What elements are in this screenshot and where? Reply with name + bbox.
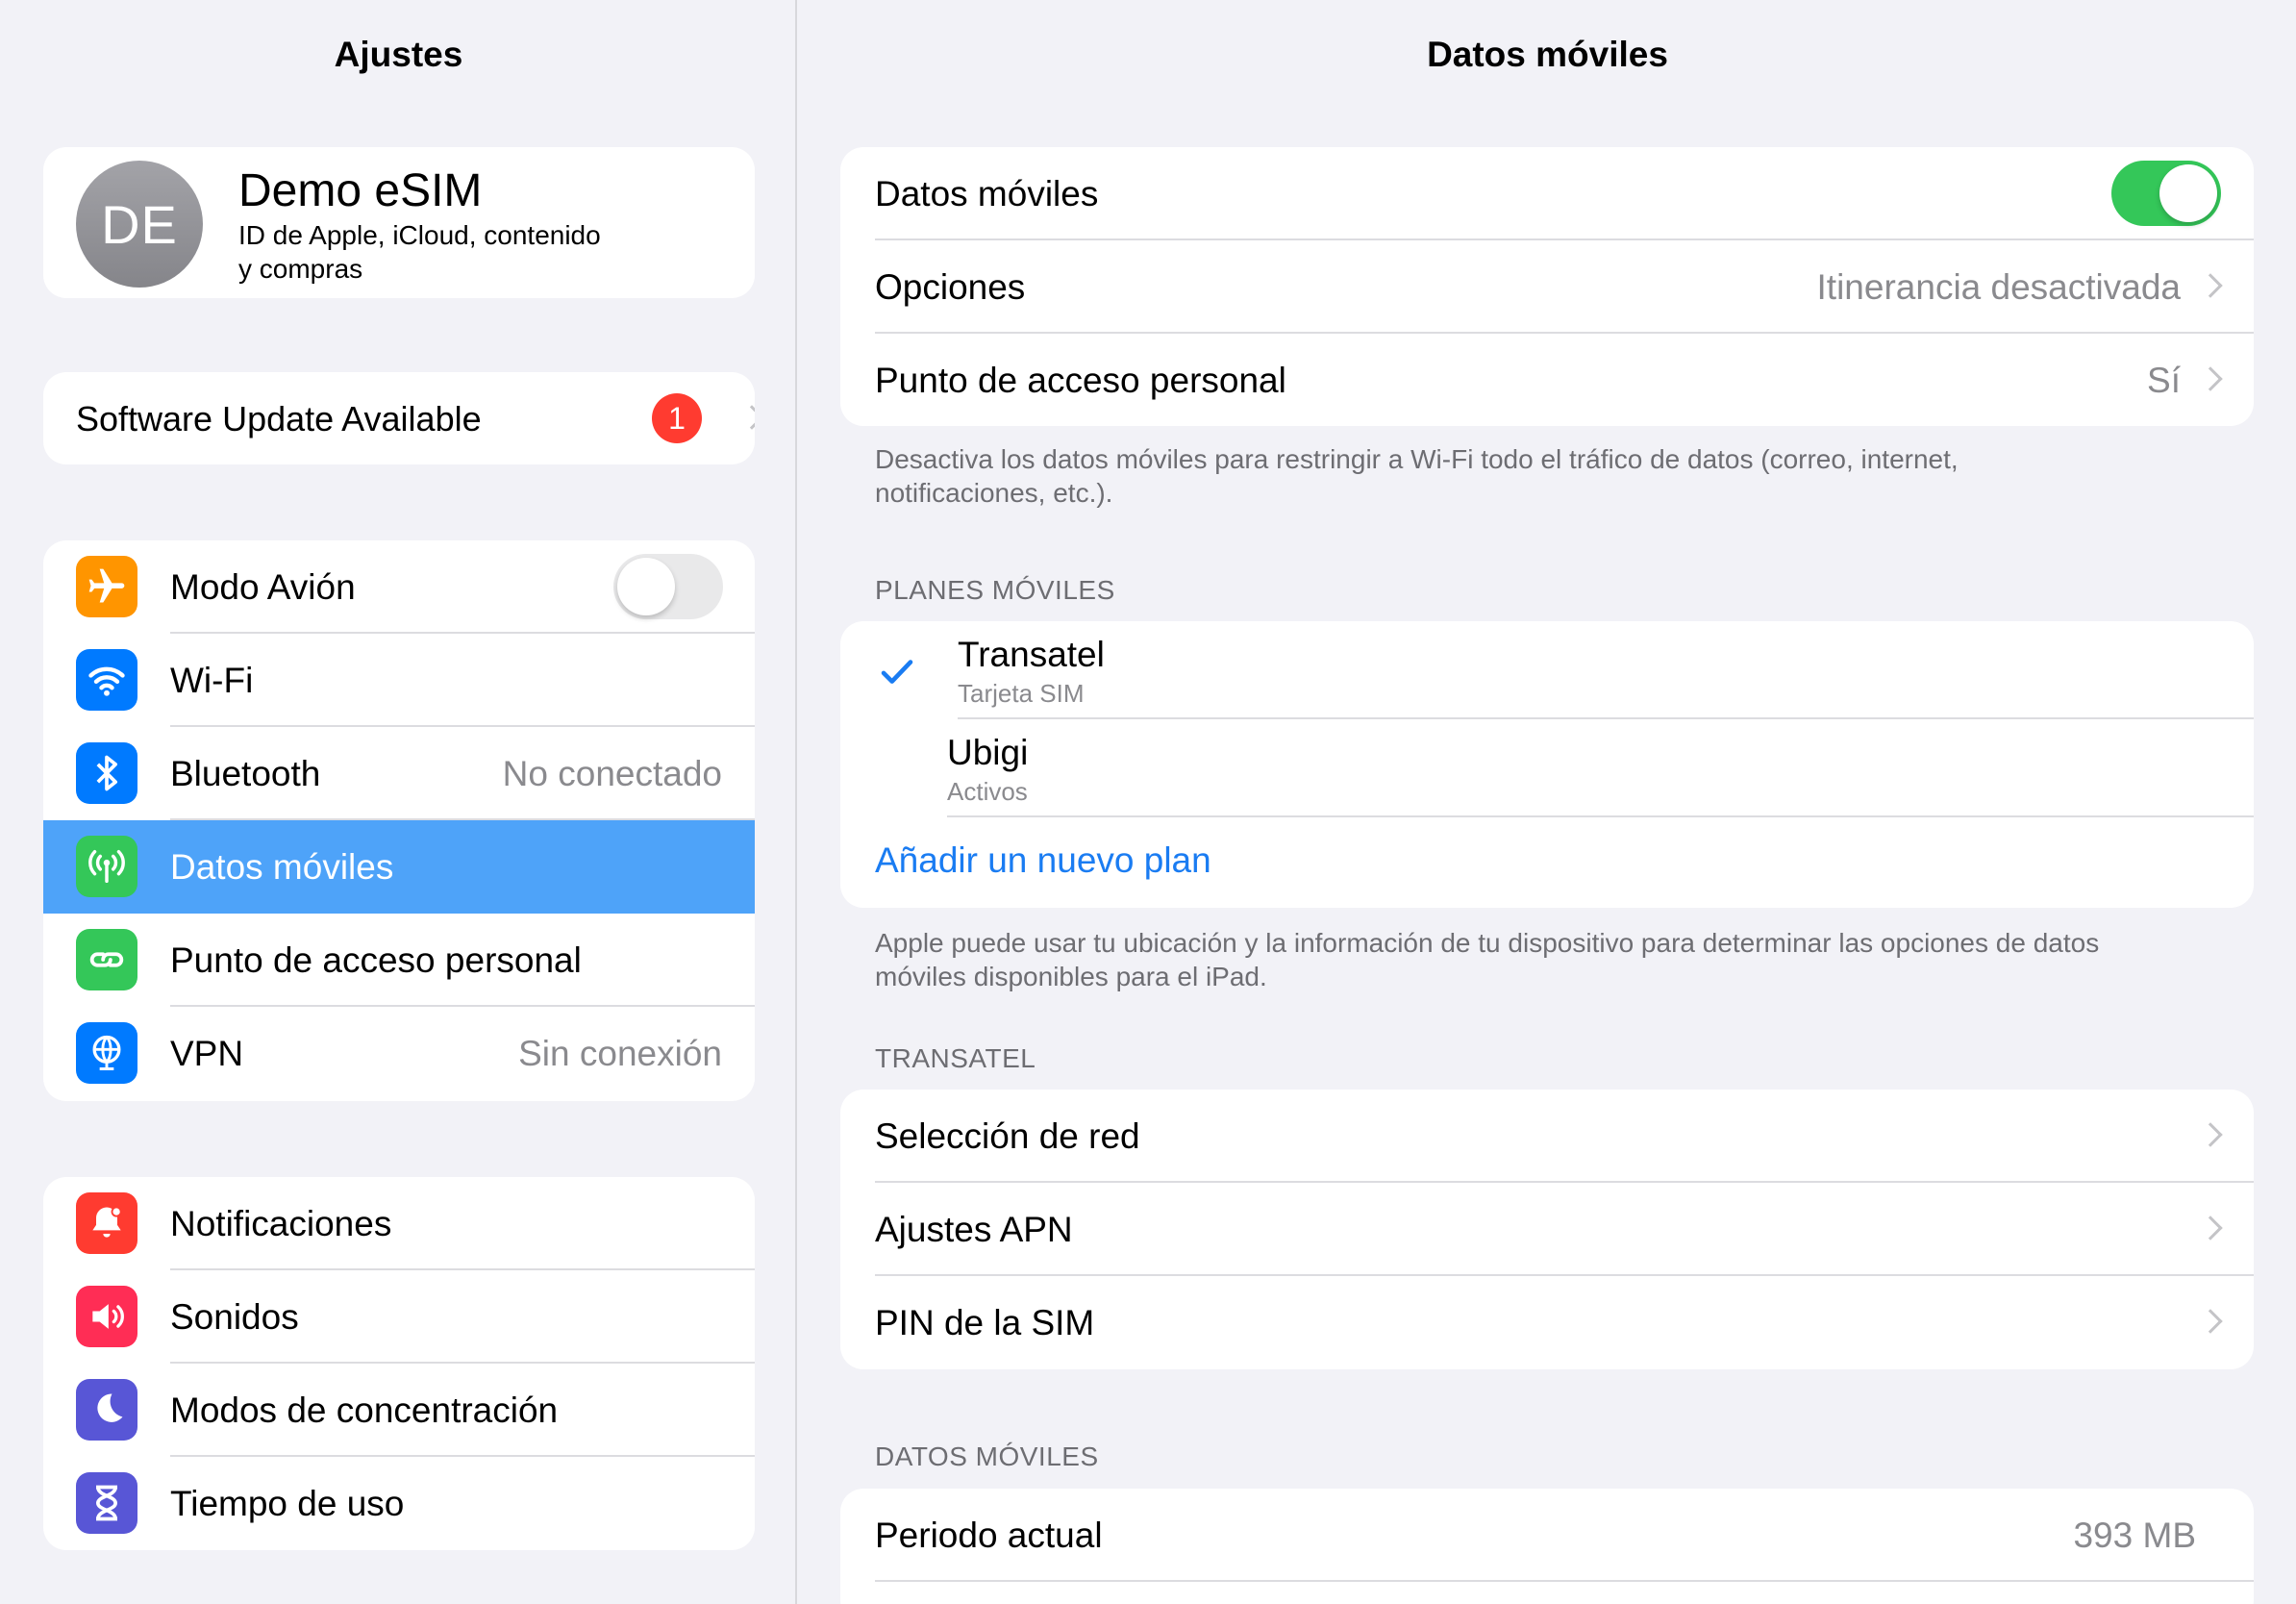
note-line: móviles disponibles para el iPad.: [875, 962, 1267, 991]
divider: [875, 1580, 2254, 1582]
page-title: Datos móviles: [1427, 35, 1668, 74]
settings-screen: Ajustes DE Demo eSIM ID de Apple, iCloud…: [0, 0, 2296, 1604]
mobile-data-label: Datos móviles: [875, 174, 1099, 213]
profile-subtitle: ID de Apple, iCloud, contenido y compras: [238, 218, 700, 286]
sidebar-item-personal-hotspot[interactable]: Punto de acceso personal: [43, 914, 755, 1007]
divider: [947, 815, 2254, 817]
sidebar-item-focus[interactable]: Modos de concentración: [43, 1364, 755, 1457]
hotspot-label: Punto de acceso personal: [875, 361, 1286, 400]
personal-hotspot-row[interactable]: Punto de acceso personal Sí: [840, 334, 2254, 426]
row-label: Selección de red: [875, 1116, 1140, 1156]
profile-subtitle-line2: y compras: [238, 254, 363, 284]
sidebar-item-screen-time[interactable]: Tiempo de uso: [43, 1457, 755, 1550]
sidebar-item-label: Bluetooth: [170, 754, 321, 793]
plan-row-transatel[interactable]: Transatel Tarjeta SIM: [840, 621, 2254, 719]
sidebar-item-label: Modos de concentración: [170, 1391, 559, 1430]
chevron-right-icon: [739, 405, 755, 430]
sidebar-item-airplane-mode[interactable]: Modo Avión: [43, 540, 755, 634]
profile-subtitle-line1: ID de Apple, iCloud, contenido: [238, 220, 601, 250]
toggle-knob: [2159, 164, 2217, 222]
sidebar-item-vpn[interactable]: VPN Sin conexión: [43, 1007, 755, 1100]
options-row[interactable]: Opciones Itinerancia desactivada: [840, 240, 2254, 334]
options-label: Opciones: [875, 267, 1026, 307]
mobile-data-note: Desactiva los datos móviles para restrin…: [875, 442, 2221, 510]
usage-group: Periodo actual 393 MB: [840, 1489, 2254, 1604]
connectivity-group: Modo Avión Wi-Fi Bluetooth No conectado: [43, 540, 755, 1101]
mobile-data-group: Datos móviles Opciones Itinerancia desac…: [840, 147, 2254, 426]
checkmark-icon: [881, 660, 913, 684]
hourglass-icon: [76, 1472, 137, 1534]
plan-row-ubigi[interactable]: Ubigi Activos: [840, 719, 2254, 817]
airplane-icon: [76, 556, 137, 617]
chevron-right-icon: [2198, 1216, 2223, 1241]
sidebar-item-wifi[interactable]: Wi-Fi: [43, 634, 755, 727]
plans-note: Apple puede usar tu ubicación y la infor…: [875, 926, 2221, 993]
chevron-right-icon: [2198, 1309, 2223, 1334]
current-period-label: Periodo actual: [875, 1516, 1103, 1555]
roaming-status: Itinerancia desactivada: [1816, 267, 2181, 307]
detail-pane: Datos móviles Datos móviles Opciones Iti…: [799, 0, 2296, 1604]
update-badge: 1: [652, 393, 702, 443]
current-period-value: 393 MB: [2073, 1516, 2196, 1555]
sidebar-item-label: Wi-Fi: [170, 661, 254, 700]
note-line: notificaciones, etc.).: [875, 478, 1113, 508]
airplane-mode-toggle[interactable]: [613, 554, 723, 619]
chevron-right-icon: [2198, 366, 2223, 391]
globe-icon: [76, 1022, 137, 1084]
sidebar-item-label: Punto de acceso personal: [170, 940, 582, 980]
bluetooth-icon: [76, 742, 137, 804]
plans-group: Transatel Tarjeta SIM Ubigi Activos Añad…: [840, 621, 2254, 908]
add-plan-link[interactable]: Añadir un nuevo plan: [875, 840, 1211, 881]
sidebar-item-label: VPN: [170, 1034, 244, 1073]
chevron-right-icon: [2198, 273, 2223, 298]
row-label: Ajustes APN: [875, 1210, 1073, 1249]
sim-pin-row[interactable]: PIN de la SIM: [840, 1276, 2254, 1369]
speaker-icon: [76, 1286, 137, 1347]
sidebar-title: Ajustes: [334, 35, 463, 74]
hotspot-link-icon: [76, 929, 137, 990]
chevron-right-icon: [2198, 1122, 2223, 1147]
antenna-icon: [76, 836, 137, 897]
section-header-usage: DATOS MÓVILES: [875, 1441, 1099, 1471]
plan-name: Transatel: [958, 635, 1105, 674]
sidebar-item-label: Datos móviles: [170, 847, 394, 887]
sidebar-item-mobile-data[interactable]: Datos móviles: [43, 820, 755, 914]
row-label: PIN de la SIM: [875, 1303, 1095, 1342]
mobile-data-toggle[interactable]: [2111, 161, 2221, 226]
plan-subtitle: Activos: [947, 777, 1028, 806]
sidebar: Ajustes DE Demo eSIM ID de Apple, iCloud…: [0, 0, 797, 1604]
system-group: Notificaciones Sonidos Modos de concentr…: [43, 1177, 755, 1550]
hotspot-status: Sí: [2147, 361, 2181, 400]
current-period-row: Periodo actual 393 MB: [840, 1489, 2254, 1582]
sidebar-item-bluetooth[interactable]: Bluetooth No conectado: [43, 727, 755, 820]
section-header-carrier: TRANSATEL: [875, 1043, 1036, 1073]
sidebar-item-label: Modo Avión: [170, 567, 356, 607]
network-selection-row[interactable]: Selección de red: [840, 1090, 2254, 1183]
bluetooth-status: No conectado: [502, 754, 722, 793]
profile-name: Demo eSIM: [238, 165, 483, 216]
sidebar-item-notifications[interactable]: Notificaciones: [43, 1177, 755, 1270]
software-update-label: Software Update Available: [76, 399, 482, 439]
section-header-plans: PLANES MÓVILES: [875, 575, 1115, 605]
note-line: Desactiva los datos móviles para restrin…: [875, 444, 1959, 474]
avatar: DE: [76, 161, 203, 288]
moon-icon: [76, 1379, 137, 1441]
profile-card[interactable]: DE Demo eSIM ID de Apple, iCloud, conten…: [43, 147, 755, 298]
bell-icon: [76, 1192, 137, 1254]
wifi-icon: [76, 649, 137, 711]
toggle-knob: [617, 558, 675, 615]
vpn-status: Sin conexión: [518, 1034, 722, 1073]
sidebar-item-sounds[interactable]: Sonidos: [43, 1270, 755, 1364]
plan-subtitle: Tarjeta SIM: [958, 679, 1085, 708]
sidebar-item-label: Tiempo de uso: [170, 1484, 405, 1523]
carrier-group: Selección de red Ajustes APN PIN de la S…: [840, 1090, 2254, 1369]
software-update-row[interactable]: Software Update Available 1: [43, 372, 755, 464]
mobile-data-row: Datos móviles: [840, 147, 2254, 240]
apn-settings-row[interactable]: Ajustes APN: [840, 1183, 2254, 1276]
sidebar-item-label: Sonidos: [170, 1297, 299, 1337]
plan-name: Ubigi: [947, 733, 1029, 772]
sidebar-item-label: Notificaciones: [170, 1204, 392, 1243]
note-line: Apple puede usar tu ubicación y la infor…: [875, 928, 2100, 958]
